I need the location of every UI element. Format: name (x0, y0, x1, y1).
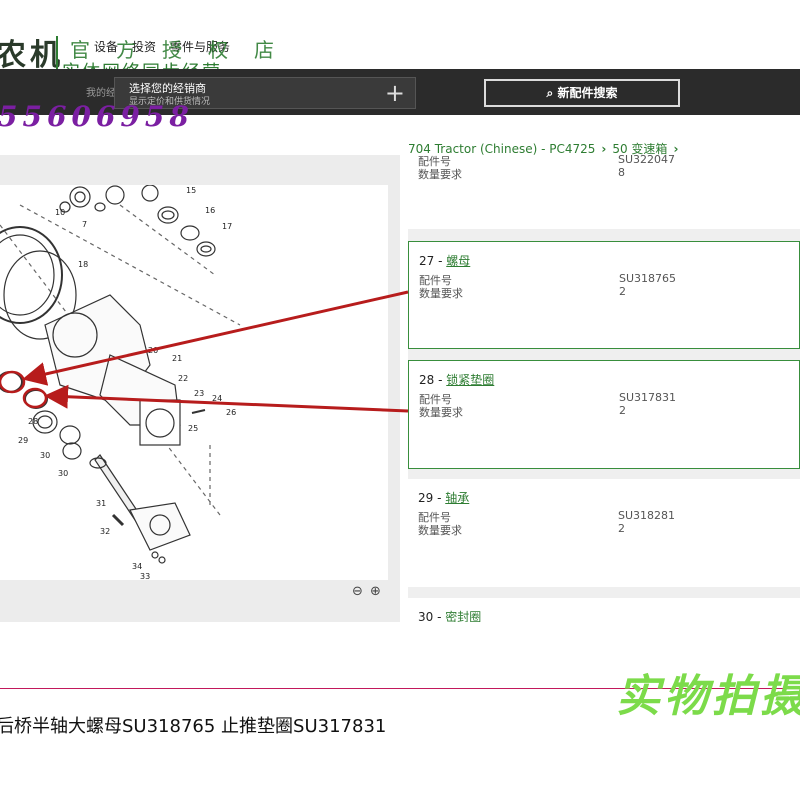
qty-label: 数量要求 (418, 168, 462, 181)
exploded-parts-diagram[interactable]: 10 7 15 16 17 18 20 21 22 23 24 25 26 28… (0, 184, 388, 581)
breadcrumb-section[interactable]: 50 变速箱 (612, 142, 667, 156)
chevron-right-icon: › (673, 142, 679, 156)
parts-list: 配件号 SU322047 数量要求 8 27 - 螺母 配件号 SU318765… (408, 155, 800, 622)
callout-34[interactable]: 34 (132, 562, 142, 571)
zoom-out-icon[interactable]: ⊖ (352, 584, 363, 599)
part-card-partial: 配件号 SU322047 数量要求 8 (408, 155, 800, 229)
callout-23[interactable]: 23 (194, 389, 204, 398)
part-index: 28 (419, 373, 435, 387)
part-title: 30 - 密封圈 (418, 610, 482, 622)
callout-7[interactable]: 7 (82, 220, 87, 229)
callout-24[interactable]: 24 (212, 394, 222, 403)
breadcrumb-model[interactable]: 704 Tractor (Chinese) - PC4725 (408, 142, 595, 156)
part-index: 30 (418, 610, 434, 622)
part-title: 28 - 锁紧垫圈 (419, 373, 495, 387)
callout-33[interactable]: 33 (140, 572, 150, 581)
part-name-link[interactable]: 螺母 (446, 254, 470, 268)
callout-30-a[interactable]: 30 (40, 451, 50, 460)
zoom-in-icon[interactable]: ⊕ (370, 584, 381, 599)
part-no-value: SU317831 (619, 391, 677, 404)
part-name-link[interactable]: 密封圈 (445, 610, 481, 622)
part-card-30[interactable]: 30 - 密封圈 (408, 598, 800, 622)
callout-22[interactable]: 22 (178, 374, 188, 383)
qty-value: 2 (618, 522, 625, 535)
part-index: 27 (419, 254, 435, 268)
part-title: 27 - 螺母 (419, 254, 471, 268)
new-search-label: 新配件搜索 (557, 86, 618, 100)
callout-31[interactable]: 31 (96, 499, 106, 508)
callout-30-b[interactable]: 30 (58, 469, 68, 478)
callout-17[interactable]: 17 (222, 222, 232, 231)
search-icon: ⌕ (546, 86, 554, 100)
chevron-right-icon: › (601, 142, 607, 156)
part-index: 29 (418, 491, 434, 505)
add-dealer-icon[interactable]: + (385, 79, 405, 107)
part-no-value: SU318281 (618, 509, 676, 522)
part-name-link[interactable]: 轴承 (445, 491, 469, 505)
callout-21[interactable]: 21 (172, 354, 182, 363)
new-part-search-button[interactable]: ⌕ 新配件搜索 (484, 79, 680, 107)
qty-value: 8 (618, 166, 625, 179)
diagram-drawing: 10 7 15 16 17 18 20 21 22 23 24 25 26 28… (0, 184, 241, 581)
qty-value: 2 (619, 285, 626, 298)
callout-20[interactable]: 20 (148, 346, 158, 355)
callout-26[interactable]: 26 (226, 408, 236, 417)
part-name-link[interactable]: 锁紧垫圈 (446, 373, 494, 387)
callout-18[interactable]: 18 (78, 260, 88, 269)
callout-16[interactable]: 16 (205, 206, 215, 215)
callout-15[interactable]: 15 (186, 186, 196, 195)
part-card-28[interactable]: 28 - 锁紧垫圈 配件号 SU317831 数量要求 2 (408, 360, 800, 469)
part-no-value: SU322047 (618, 155, 676, 166)
qty-label: 数量要求 (418, 524, 462, 537)
qty-value: 2 (619, 404, 626, 417)
callout-29[interactable]: 29 (18, 436, 28, 445)
part-title: 29 - 轴承 (418, 491, 470, 505)
part-card-29[interactable]: 29 - 轴承 配件号 SU318281 数量要求 2 (408, 479, 800, 587)
qty-label: 数量要求 (419, 287, 463, 300)
qty-label: 数量要求 (419, 406, 463, 419)
phone-watermark: 55606958 (0, 100, 194, 133)
brand-logo: 农机 (0, 38, 64, 73)
product-caption: 后桥半轴大螺母SU318765 止推垫圈SU317831 (0, 716, 387, 737)
callout-10[interactable]: 10 (55, 208, 65, 217)
part-no-value: SU318765 (619, 272, 677, 285)
callout-25[interactable]: 25 (188, 424, 198, 433)
callout-32[interactable]: 32 (100, 527, 110, 536)
part-card-27[interactable]: 27 - 螺母 配件号 SU318765 数量要求 2 (408, 241, 800, 349)
real-photo-tag: 实物拍摄 (616, 671, 800, 722)
callout-28[interactable]: 28 (28, 417, 38, 426)
